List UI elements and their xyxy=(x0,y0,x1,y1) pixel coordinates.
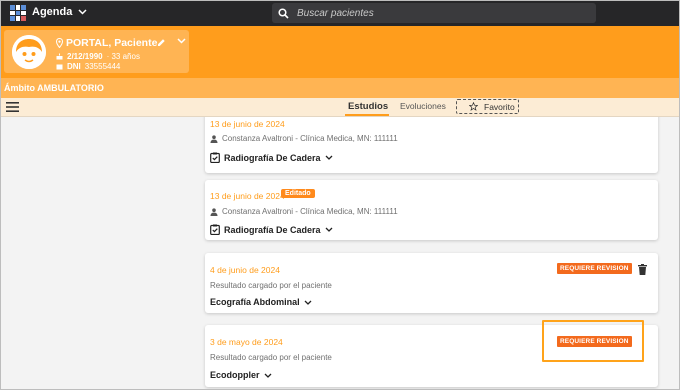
person-icon xyxy=(210,134,218,143)
clipboard-check-icon xyxy=(210,224,220,235)
avatar xyxy=(12,35,46,69)
study-title[interactable]: Radiografía De Cadera xyxy=(210,152,333,163)
study-title-text: Ecodoppler xyxy=(210,370,260,380)
patient-dob: 2/12/1990 · 33 años xyxy=(56,52,140,61)
study-doctor: Constanza Avaltroni - Clínica Medica, MN… xyxy=(210,134,398,143)
star-icon xyxy=(469,102,478,111)
top-bar: Agenda xyxy=(0,0,680,26)
patient-name-text: PORTAL, Paciente xyxy=(66,37,158,49)
chevron-down-icon xyxy=(304,300,312,305)
tab-estudios[interactable]: Estudios xyxy=(348,101,388,112)
search-input[interactable] xyxy=(297,7,577,19)
patient-name: PORTAL, Paciente xyxy=(56,37,157,49)
study-doctor: Constanza Avaltroni - Clínica Medica, MN… xyxy=(210,207,398,216)
patient-card[interactable]: PORTAL, Paciente 2/12/1990 · 33 años DNI… xyxy=(4,30,189,73)
study-source: Resultado cargado por el paciente xyxy=(210,281,332,290)
study-date: 3 de mayo de 2024 xyxy=(210,337,283,347)
study-title-text: Radiografía De Cadera xyxy=(224,224,321,235)
study-title[interactable]: Radiografía De Cadera xyxy=(210,224,333,235)
search-bar[interactable] xyxy=(272,3,596,23)
ambito-banner: Ámbito AMBULATORIO xyxy=(0,78,680,98)
study-card[interactable]: 13 de junio de 2024 Constanza Avaltroni … xyxy=(205,117,658,173)
study-title-text: Radiografía De Cadera xyxy=(224,152,321,163)
study-title[interactable]: Ecodoppler xyxy=(210,370,272,380)
review-required-badge: REQUIERE REVISION xyxy=(557,263,632,274)
study-title[interactable]: Ecografía Abdominal xyxy=(210,297,312,307)
tabs-bar: Estudios Evoluciones Favorito xyxy=(0,98,680,117)
study-card[interactable]: 4 de junio de 2024 REQUIERE REVISION Res… xyxy=(205,253,658,313)
child-face-icon xyxy=(12,35,46,69)
study-doctor-text: Constanza Avaltroni - Clínica Medica, MN… xyxy=(222,134,398,143)
dob-text: 2/12/1990 xyxy=(67,52,103,61)
active-tab-indicator xyxy=(345,114,389,116)
study-card[interactable]: 13 de junio de 2024 Editado Constanza Av… xyxy=(205,180,658,240)
study-date: 13 de junio de 2024 xyxy=(210,119,285,129)
chevron-down-icon xyxy=(325,227,332,232)
tab-evoluciones[interactable]: Evoluciones xyxy=(400,101,446,111)
study-date: 4 de junio de 2024 xyxy=(210,265,280,275)
app-title: Agenda xyxy=(32,6,73,18)
favorito-button[interactable]: Favorito xyxy=(456,99,519,114)
trash-icon[interactable] xyxy=(638,264,647,275)
clipboard-check-icon xyxy=(210,152,220,163)
app-menu-button[interactable]: Agenda xyxy=(32,6,87,18)
id-card-icon xyxy=(56,64,63,69)
chevron-down-icon[interactable] xyxy=(177,38,186,44)
chevron-down-icon xyxy=(78,9,87,15)
hamburger-menu-icon[interactable] xyxy=(6,102,19,112)
highlight-box xyxy=(542,320,644,362)
favorito-label: Favorito xyxy=(484,101,515,112)
chevron-down-icon xyxy=(325,155,332,160)
search-icon xyxy=(278,7,289,19)
grid-logo-icon[interactable] xyxy=(10,5,26,21)
edited-badge: Editado xyxy=(281,189,315,198)
dni-label: DNI xyxy=(67,62,81,71)
study-date: 13 de junio de 2024 xyxy=(210,191,285,201)
chevron-down-icon xyxy=(264,373,271,378)
cake-icon xyxy=(56,53,63,60)
study-doctor-text: Constanza Avaltroni - Clínica Medica, MN… xyxy=(222,207,398,216)
pencil-icon[interactable] xyxy=(157,38,166,47)
location-pin-icon xyxy=(56,38,63,48)
age-text: · 33 años xyxy=(106,52,140,61)
patient-dni: DNI 33555444 xyxy=(56,62,120,71)
study-source: Resultado cargado por el paciente xyxy=(210,353,332,362)
dni-value: 33555444 xyxy=(84,62,121,71)
person-icon xyxy=(210,207,218,216)
study-title-text: Ecografía Abdominal xyxy=(210,297,300,307)
